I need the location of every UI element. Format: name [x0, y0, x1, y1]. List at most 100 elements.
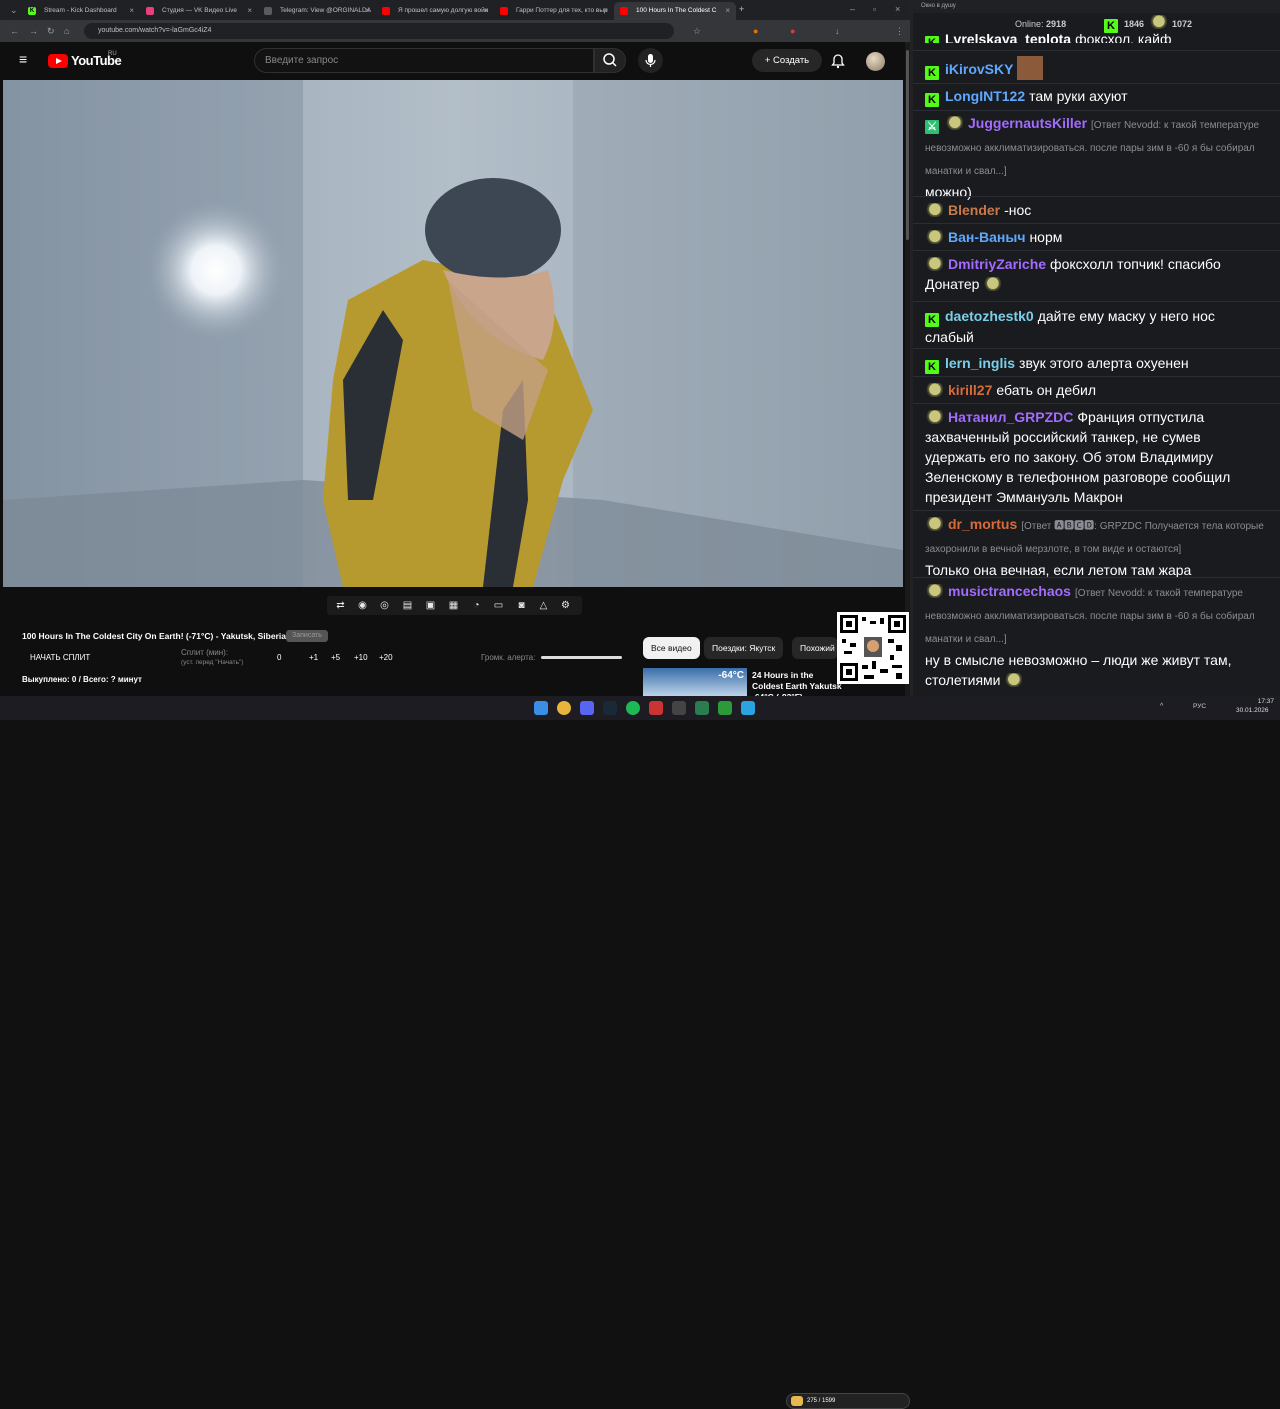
alert-volume-slider[interactable] [541, 656, 622, 659]
steam-icon[interactable] [603, 701, 617, 715]
back-icon[interactable]: ← [10, 24, 19, 38]
voice-search-button[interactable] [638, 48, 663, 73]
spotify-icon[interactable] [626, 701, 640, 715]
chip-trips-yakutsk[interactable]: Поездки: Якутск [704, 637, 784, 659]
thumbnail-temp: -64°C [718, 670, 744, 681]
chat-text: ебать он дебил [996, 382, 1096, 398]
language-indicator[interactable]: РУС [1193, 703, 1206, 710]
record-button[interactable]: Записать [286, 630, 328, 642]
chat-username[interactable]: dr_mortus [948, 516, 1017, 532]
picture-in-picture-icon[interactable]: ▣ [423, 598, 438, 613]
minimize-icon[interactable]: – [850, 2, 855, 16]
chat-username[interactable]: Blender [948, 202, 1000, 218]
avatar[interactable] [866, 52, 885, 71]
home-icon[interactable]: ⌂ [64, 24, 69, 38]
app-icon[interactable] [695, 701, 709, 715]
tab-youtube-2[interactable]: Гарри Поттер для тех, кто выр × [494, 2, 614, 20]
gamepad-icon[interactable]: ▭ [491, 598, 506, 613]
loop-icon[interactable]: ⇄ [333, 598, 348, 613]
close-icon[interactable]: × [247, 2, 252, 20]
plus-20-button[interactable]: +20 [379, 653, 393, 662]
reload-icon[interactable]: ↻ [47, 24, 55, 38]
chip-similar[interactable]: Похожий [792, 637, 838, 659]
app-icon[interactable] [649, 701, 663, 715]
search-button[interactable] [594, 48, 626, 73]
chat-message: Натанил_GRPZDC Франция отпустила захвачен… [925, 407, 1265, 507]
speed-icon[interactable]: ◔ [469, 598, 484, 613]
chat-username[interactable]: lern_inglis [945, 355, 1015, 371]
forward-icon[interactable]: → [29, 24, 38, 38]
chevron-up-icon[interactable]: ^ [1160, 703, 1163, 710]
app-icon[interactable] [718, 701, 732, 715]
chat-username[interactable]: Натанил_GRPZDC [948, 409, 1073, 425]
broadcast-icon[interactable]: ◉ [355, 598, 370, 613]
emote-icon [1017, 56, 1044, 80]
kick-icon: K [28, 7, 36, 15]
chat-username[interactable]: musictrancechaos [948, 583, 1071, 599]
search-input[interactable]: Введите запрос [254, 48, 594, 73]
close-window-icon[interactable]: × [895, 2, 900, 16]
extension-icon[interactable]: ● [753, 24, 758, 38]
tab-title: Гарри Поттер для тех, кто выр [516, 7, 608, 14]
windows-start-icon[interactable] [534, 701, 548, 715]
chat-username[interactable]: JuggernautsKiller [968, 115, 1087, 131]
flask-icon[interactable]: △ [536, 598, 551, 613]
video-player[interactable] [3, 80, 903, 587]
tab-telegram[interactable]: Telegram: View @ORGINALDA × [258, 2, 376, 20]
chat-username[interactable]: LongINT122 [945, 88, 1025, 104]
start-split-button[interactable]: НАЧАТЬ СПЛИТ [30, 653, 90, 662]
hamburger-icon[interactable]: ≡ [19, 52, 27, 66]
star-icon[interactable]: ☆ [693, 24, 701, 38]
close-icon[interactable]: × [603, 2, 608, 20]
close-icon[interactable]: × [483, 2, 488, 20]
clock-time[interactable]: 17:37 [1244, 698, 1274, 705]
new-tab-icon[interactable]: + [739, 2, 744, 16]
chip-all-videos[interactable]: Все видео [643, 637, 700, 659]
youtube-logo-icon[interactable] [48, 54, 68, 68]
url-field[interactable]: youtube.com/watch?v=-laGmGc4iZ4 [84, 23, 674, 39]
tab-search-icon[interactable]: ⌄ [10, 3, 18, 17]
tab-title: Stream - Kick Dashboard [44, 7, 117, 14]
plus-5-button[interactable]: +5 [331, 653, 340, 662]
chat-separator [913, 250, 1280, 251]
chat-username[interactable]: daetozhestk0 [945, 308, 1034, 324]
tab-kick-dashboard[interactable]: K Stream - Kick Dashboard × [22, 2, 140, 20]
tab-youtube-active[interactable]: 100 Hours In The Coldest C × [614, 2, 736, 20]
search-icon [603, 53, 617, 67]
chat-username[interactable]: Lvrelskaya_teplota [945, 31, 1071, 43]
related-video-thumbnail[interactable]: -64°C [643, 668, 747, 696]
plus-10-button[interactable]: +10 [354, 653, 368, 662]
chat-username[interactable]: DmitriyZariche [948, 256, 1046, 272]
film-icon[interactable]: ▦ [446, 598, 461, 613]
close-icon[interactable]: × [725, 2, 730, 20]
chat-username[interactable]: Ван-Ваныч [948, 229, 1025, 245]
maximize-icon[interactable]: ▫ [873, 2, 876, 16]
extension-icon[interactable]: ● [790, 24, 795, 38]
clock-date[interactable]: 30.01.2026 [1236, 707, 1269, 714]
tab-title: Telegram: View @ORGINALDA [280, 7, 372, 14]
discord-icon[interactable] [580, 701, 594, 715]
camera-icon[interactable]: ◙ [514, 598, 529, 613]
chat-separator [913, 196, 1280, 197]
plus-1-button[interactable]: +1 [309, 653, 318, 662]
gear-icon[interactable]: ⚙ [558, 598, 573, 613]
chat-separator [913, 50, 1280, 51]
tab-vk-studio[interactable]: Студия — VK Видео Live × [140, 2, 258, 20]
tab-youtube-1[interactable]: Я прошел самую долгую войн × [376, 2, 494, 20]
eye-icon[interactable]: ◎ [377, 598, 392, 613]
close-icon[interactable]: × [365, 2, 370, 20]
download-icon[interactable]: ↓ [835, 24, 840, 38]
obs-icon[interactable] [672, 701, 686, 715]
notifications-bell-icon[interactable] [830, 53, 846, 69]
chrome-icon[interactable] [557, 701, 571, 715]
clapper-icon[interactable]: ▤ [400, 598, 415, 613]
chat-username[interactable]: iKirovSKY [945, 61, 1013, 77]
chat-username[interactable]: kirill27 [948, 382, 992, 398]
kick-widget[interactable]: 275 / 1599 [786, 1393, 910, 1409]
menu-icon[interactable]: ⋮ [895, 24, 904, 38]
close-icon[interactable]: × [129, 2, 134, 20]
scrollbar-thumb[interactable] [906, 50, 909, 240]
create-button[interactable]: + Создать [752, 49, 822, 72]
mic-icon [645, 54, 656, 67]
telegram-icon[interactable] [741, 701, 755, 715]
